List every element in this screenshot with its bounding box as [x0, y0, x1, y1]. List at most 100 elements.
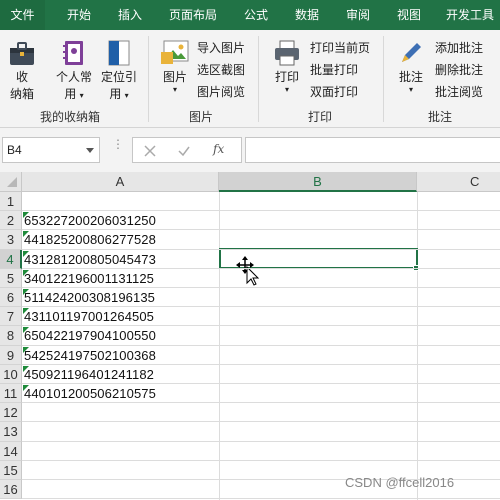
tab-data[interactable]: 数据	[287, 0, 327, 30]
chevron-down-icon: ▾	[124, 91, 129, 100]
row-header-10[interactable]: 10	[0, 364, 22, 384]
cell-a2[interactable]: 653227200206031250	[24, 211, 156, 230]
tab-review[interactable]: 审阅	[338, 0, 378, 30]
group-label-favorites: 我的收纳箱	[39, 110, 100, 124]
delete-comment-label: 删除批注	[435, 63, 484, 77]
ribbon: 收 纳箱 个人常 用 ▾ 定位引 用 ▾ 我的收纳箱 图片 ▾ 导入图片 选区截…	[0, 30, 500, 128]
row-header-13[interactable]: 13	[0, 422, 22, 442]
locate-reference-icon	[108, 40, 130, 66]
add-comment-label: 添加批注	[435, 41, 484, 55]
tab-insert[interactable]: 插入	[110, 0, 150, 30]
row-header-6[interactable]: 6	[0, 288, 22, 308]
cell-a7[interactable]: 431101197001264505	[24, 307, 154, 326]
tab-developer[interactable]: 开发工具	[440, 0, 500, 30]
column-header-b[interactable]: B	[219, 172, 417, 192]
column-header-c[interactable]: C	[417, 172, 500, 192]
batch-print-button[interactable]: 批量打印	[310, 60, 358, 80]
row-header-16[interactable]: 16	[0, 480, 22, 500]
notebook-icon	[63, 41, 83, 65]
cell-a8[interactable]: 650422197904100550	[24, 326, 156, 345]
gridline	[22, 498, 500, 500]
row-header-5[interactable]: 5	[0, 268, 22, 288]
locate-reference-label-1: 定位引	[100, 70, 137, 84]
row-header-11[interactable]: 11	[0, 384, 22, 404]
gridline	[22, 440, 500, 442]
cell-a4[interactable]: 431281200805045473	[24, 250, 156, 269]
chevron-down-icon[interactable]	[86, 148, 94, 153]
gridline	[22, 421, 500, 423]
import-picture-button[interactable]: 导入图片	[197, 38, 245, 58]
row-header-2[interactable]: 2	[0, 211, 22, 231]
region-capture-button[interactable]: 选区截图	[197, 60, 245, 80]
move-cursor-icon	[236, 256, 260, 286]
worksheet-grid[interactable]: A B C 1 2 653227200206031250 3 4418252008062…	[0, 172, 500, 500]
group-label-comment: 批注	[427, 110, 452, 124]
row-header-15[interactable]: 15	[0, 460, 22, 480]
pen-icon	[402, 43, 421, 62]
storage-box-button[interactable]: 收 纳箱	[4, 38, 40, 102]
row-header-9[interactable]: 9	[0, 345, 22, 365]
cell-a6[interactable]: 511424200308196135	[24, 288, 155, 307]
select-all-corner[interactable]	[0, 172, 22, 192]
picture-icon	[161, 40, 189, 64]
row-header-1[interactable]: 1	[0, 192, 22, 212]
name-box[interactable]: B4	[2, 137, 100, 163]
cell-a5[interactable]: 340122196001131125	[24, 269, 154, 288]
formula-input[interactable]	[245, 137, 500, 163]
row-header-7[interactable]: 7	[0, 307, 22, 327]
insert-function-icon[interactable]: fx	[213, 142, 224, 156]
duplex-print-button[interactable]: 双面打印	[310, 82, 358, 102]
chevron-down-icon: ▾	[79, 91, 84, 100]
cancel-icon[interactable]	[143, 144, 157, 158]
duplex-print-label: 双面打印	[310, 85, 359, 99]
cell-a3[interactable]: 441825200806277528	[24, 230, 156, 249]
locate-reference-button[interactable]: 定位引 用 ▾	[98, 38, 140, 102]
storage-box-label-2: 纳箱	[9, 87, 34, 101]
tab-formulas[interactable]: 公式	[236, 0, 276, 30]
watermark: CSDN @ffcell2016	[345, 475, 455, 490]
personal-common-label-2: 用 ▾	[64, 87, 84, 101]
print-label: 打印	[274, 70, 299, 84]
chevron-down-icon: ▾	[172, 85, 177, 94]
print-current-page-button[interactable]: 打印当前页	[310, 38, 370, 58]
printer-icon	[275, 40, 299, 66]
personal-common-button[interactable]: 个人常 用 ▾	[52, 38, 96, 102]
column-header-a[interactable]: A	[22, 172, 219, 192]
enter-check-icon[interactable]	[177, 144, 191, 158]
cell-a11[interactable]: 440101200506210575	[24, 384, 156, 403]
print-button[interactable]: 打印 ▾	[268, 38, 306, 94]
cell-a9[interactable]: 542524197502100368	[24, 346, 156, 365]
import-picture-label: 导入图片	[197, 41, 246, 55]
row-header-4[interactable]: 4	[0, 249, 22, 269]
comment-viewer-label: 批注阅览	[435, 85, 484, 99]
picture-viewer-label: 图片阅览	[197, 85, 246, 99]
more-options-icon[interactable]: ⋮	[112, 138, 124, 158]
chevron-down-icon: ▾	[284, 85, 289, 94]
tab-view[interactable]: 视图	[389, 0, 429, 30]
cell-a10[interactable]: 450921196401241182	[24, 365, 154, 384]
add-comment-button[interactable]: 添加批注	[435, 38, 483, 58]
group-divider	[383, 36, 384, 122]
gridline	[417, 192, 418, 500]
comment-button[interactable]: 批注 ▾	[392, 38, 430, 94]
toolbox-icon	[10, 42, 34, 65]
comment-label: 批注	[398, 70, 423, 84]
comment-viewer-button[interactable]: 批注阅览	[435, 82, 483, 102]
picture-viewer-button[interactable]: 图片阅览	[197, 82, 245, 102]
row-header-14[interactable]: 14	[0, 441, 22, 461]
personal-common-label-1: 个人常	[55, 70, 92, 84]
delete-comment-button[interactable]: 删除批注	[435, 60, 483, 80]
row-header-3[interactable]: 3	[0, 230, 22, 250]
picture-label: 图片	[162, 70, 187, 84]
row-header-8[interactable]: 8	[0, 326, 22, 346]
select-all-triangle-icon	[7, 177, 17, 187]
locate-reference-label-2: 用 ▾	[109, 87, 129, 101]
tab-file[interactable]: 文件	[0, 0, 45, 30]
tab-page-layout[interactable]: 页面布局	[160, 0, 226, 30]
ribbon-tab-bar: 文件 开始 插入 页面布局 公式 数据 审阅 视图 开发工具	[0, 0, 500, 30]
formula-bar: B4 ⋮ fx	[0, 128, 500, 172]
region-capture-label: 选区截图	[197, 63, 246, 77]
tab-home[interactable]: 开始	[58, 0, 100, 30]
row-header-12[interactable]: 12	[0, 403, 22, 423]
picture-button[interactable]: 图片 ▾	[156, 38, 194, 94]
